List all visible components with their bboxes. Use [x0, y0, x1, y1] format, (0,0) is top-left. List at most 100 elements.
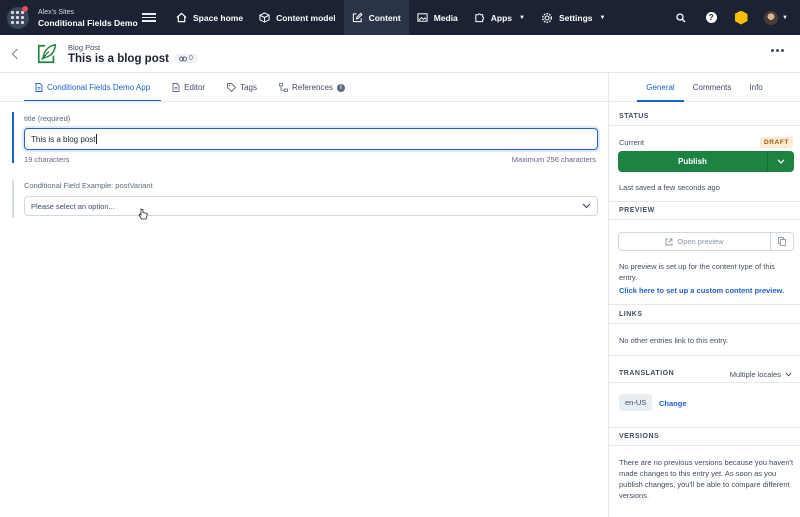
nav-label: Apps	[490, 12, 513, 23]
copy-icon	[778, 237, 786, 246]
preview-note: No preview is set up for the content typ…	[619, 262, 775, 282]
nav-apps[interactable]: Apps ▼	[466, 0, 533, 35]
post-variant-select[interactable]: Please select an option...	[24, 196, 598, 216]
versions-heading: VERSIONS	[619, 433, 660, 440]
reference-count-chip[interactable]: 0	[173, 54, 198, 63]
status-heading: STATUS	[619, 113, 649, 120]
open-preview-button[interactable]: Open preview	[619, 233, 771, 250]
chevron-left-icon	[11, 48, 18, 59]
divider	[0, 101, 608, 102]
publish-button[interactable]: Publish	[618, 151, 768, 172]
status-badge: DRAFT	[759, 137, 793, 148]
tab-tags[interactable]: Tags	[216, 73, 268, 102]
post-variant-label: Conditional Field Example: postVariant	[24, 181, 153, 190]
sidebar-tab-general[interactable]: General	[637, 73, 685, 102]
reference-count: 0	[188, 55, 193, 62]
org-name: Alex's Sites	[38, 8, 74, 16]
versions-note: There are no previous versions because y…	[619, 458, 794, 500]
title-input-value: This is a blog post	[31, 134, 96, 144]
copy-preview-link-button[interactable]	[771, 233, 793, 250]
publish-button-group: Publish	[618, 151, 794, 172]
last-saved-text: Last saved a few seconds ago	[619, 183, 720, 192]
info-icon[interactable]: i	[336, 83, 345, 92]
content-type-label: Blog Post	[68, 42, 101, 52]
post-variant-field: Conditional Field Example: postVariant P…	[12, 180, 598, 218]
divider	[609, 304, 800, 305]
caret-down-icon: ▼	[519, 14, 525, 21]
search-icon	[676, 12, 686, 22]
nav-media[interactable]: Media	[409, 0, 466, 35]
help-button[interactable]: ?	[696, 0, 726, 35]
mouse-pointer-icon	[138, 208, 148, 220]
document-icon	[35, 83, 43, 92]
hexagon-badge-icon	[734, 10, 748, 25]
title-input[interactable]: This is a blog post	[24, 128, 598, 150]
sidebar-tab-info[interactable]: Info	[740, 73, 771, 101]
external-link-icon	[665, 238, 673, 245]
nav-label: Content	[368, 12, 401, 23]
feather-pen-icon	[37, 43, 56, 63]
links-note: No other entries link to this entry.	[619, 336, 729, 345]
user-menu[interactable]: ▼	[756, 10, 800, 25]
nav-content-model[interactable]: Content model	[251, 0, 344, 35]
help-icon: ?	[705, 12, 717, 23]
nav-space-home[interactable]: Space home	[168, 0, 251, 35]
chevron-down-icon	[777, 159, 785, 164]
tab-label: Conditional Fields Demo App	[47, 83, 151, 92]
nav-label: Space home	[193, 12, 244, 23]
sidebar-tab-comments[interactable]: Comments	[684, 73, 741, 101]
max-characters: Maximum 256 characters	[511, 155, 596, 164]
preview-button-group: Open preview	[618, 232, 794, 251]
locale-mode-label: Multiple locales	[729, 370, 781, 379]
setup-preview-link[interactable]: Click here to set up a custom content pr…	[619, 286, 784, 295]
tab-references[interactable]: References i	[268, 73, 356, 102]
entry-sidebar: General Comments Info STATUS Current DRA…	[608, 73, 800, 517]
search-button[interactable]	[666, 0, 696, 35]
tab-label: References	[291, 83, 333, 92]
divider	[609, 201, 800, 202]
link-icon	[179, 56, 187, 61]
preview-heading: PREVIEW	[619, 207, 655, 214]
entry-header: Blog Post This is a blog post 0	[0, 35, 800, 73]
nav-content[interactable]: Content	[343, 0, 409, 35]
puzzle-icon	[475, 13, 484, 23]
pencil-square-icon	[352, 12, 363, 23]
chevron-down-icon	[785, 372, 792, 377]
select-placeholder: Please select an option...	[31, 201, 115, 211]
space-name: Conditional Fields Demo	[38, 17, 138, 28]
tab-conditional-fields-app[interactable]: Conditional Fields Demo App	[24, 73, 162, 102]
links-heading: LINKS	[619, 311, 643, 318]
document-icon	[172, 83, 180, 92]
current-status-label: Current	[619, 138, 645, 147]
back-button[interactable]	[0, 48, 30, 60]
open-preview-label: Open preview	[677, 237, 724, 246]
publish-options-button[interactable]	[768, 151, 794, 172]
divider	[609, 125, 800, 126]
house-icon	[176, 12, 187, 23]
tag-icon	[227, 83, 237, 92]
tab-label: Tags	[240, 83, 257, 92]
cube-icon	[259, 12, 270, 23]
menu-icon[interactable]	[142, 13, 156, 22]
translation-heading: TRANSLATION	[619, 370, 675, 377]
caret-down-icon: ▼	[599, 14, 606, 21]
hierarchy-icon	[279, 83, 288, 92]
nav-label: Settings	[558, 12, 593, 23]
locale-mode-dropdown[interactable]: Multiple locales	[730, 370, 792, 379]
top-navigation: Alex's Sites Conditional Fields Demo Spa…	[0, 0, 800, 35]
app-switcher-button[interactable]	[0, 0, 35, 35]
nav-settings[interactable]: Settings ▼	[533, 0, 613, 35]
caret-down-icon: ▼	[782, 14, 788, 21]
notification-dot	[22, 6, 28, 12]
change-locale-link[interactable]: Change	[659, 399, 687, 408]
divider	[609, 427, 800, 428]
tab-editor[interactable]: Editor	[161, 73, 216, 102]
divider	[609, 382, 800, 383]
locale-chip: en-US	[619, 394, 653, 411]
more-options-icon[interactable]	[771, 49, 784, 52]
space-selector[interactable]: Alex's Sites Conditional Fields Demo	[38, 8, 138, 28]
title-field: title (required) This is a blog post 19 …	[12, 112, 598, 164]
character-count: 19 characters	[24, 155, 70, 164]
text-caret	[96, 134, 98, 144]
org-badge-button[interactable]	[726, 0, 756, 35]
